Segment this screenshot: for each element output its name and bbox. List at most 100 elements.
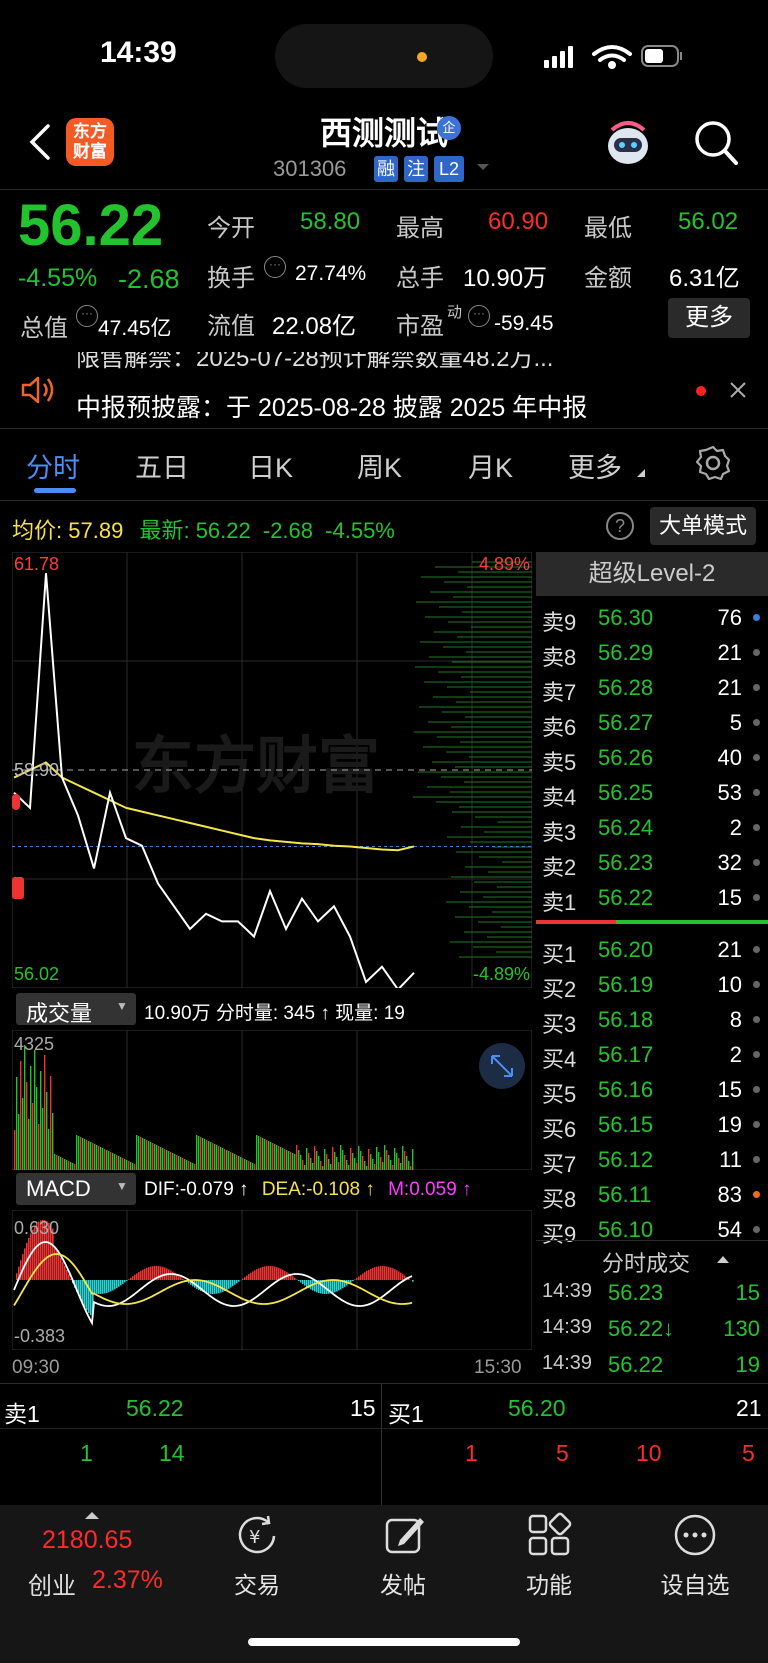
volume-bar [236, 1155, 238, 1170]
privacy-indicator-dot [417, 52, 427, 62]
volume-bar [262, 1138, 264, 1170]
ask-row[interactable]: 卖8 56.29 21 [542, 636, 768, 671]
tab-week-k[interactable]: 周K [357, 446, 402, 485]
volume-bar [120, 1157, 122, 1170]
bid-row[interactable]: 买7 56.12 11 [542, 1143, 768, 1178]
ask-marker-dot [753, 789, 760, 796]
bid-level-label: 买8 [542, 1187, 577, 1212]
ask-row[interactable]: 卖3 56.24 2 [542, 811, 768, 846]
tab-five-day[interactable]: 五日 [135, 446, 189, 485]
volume-bar [308, 1153, 310, 1170]
volume-bar [366, 1166, 368, 1170]
tab-intraday[interactable]: 分时 [26, 446, 80, 485]
index-change-pct[interactable]: 2.37% [92, 1566, 163, 1595]
info-icon[interactable]: ··· [264, 256, 286, 278]
volume-bar [146, 1140, 148, 1170]
macd-bar [114, 1280, 116, 1290]
macd-bar [402, 1274, 404, 1280]
volume-chart[interactable]: 4325 [12, 1030, 532, 1170]
volume-bar [142, 1138, 144, 1170]
chevron-down-icon[interactable] [475, 162, 491, 172]
volume-bar [178, 1156, 180, 1170]
macd-bar [116, 1280, 118, 1289]
volume-bar [156, 1145, 158, 1170]
ask-row[interactable]: 卖1 56.22 15 [542, 881, 768, 916]
index-value[interactable]: 2180.65 [42, 1526, 132, 1555]
tab-day-k[interactable]: 日K [248, 446, 293, 485]
bid-row[interactable]: 买8 56.11 83 [542, 1178, 768, 1213]
tab-more[interactable]: 更多 [568, 446, 622, 485]
dynamic-island [275, 24, 493, 88]
macd-bar [262, 1266, 264, 1280]
tab-month-k[interactable]: 月K [468, 446, 513, 485]
info-icon[interactable]: ··· [76, 305, 98, 327]
volume-bar [208, 1141, 210, 1170]
ask-level-label: 卖5 [542, 750, 577, 775]
tick-row: 14:39 56.22↓ 130 [542, 1316, 760, 1352]
more-dots-icon[interactable] [672, 1512, 718, 1558]
ask-volume: 76 [717, 605, 742, 630]
bid-row[interactable]: 买3 56.18 8 [542, 1003, 768, 1038]
chevron-up-icon[interactable] [84, 1510, 100, 1520]
ask-row[interactable]: 卖7 56.28 21 [542, 671, 768, 706]
search-icon[interactable] [692, 118, 740, 168]
volume-selector[interactable]: 成交量 ▼ [16, 993, 136, 1026]
macd-bar [152, 1266, 154, 1280]
last-change-pct: -4.55% [325, 518, 395, 543]
macd-selector[interactable]: MACD ▼ [16, 1173, 136, 1205]
settings-icon[interactable] [694, 444, 732, 482]
volume-bar [74, 1164, 76, 1170]
high-label: 最高 [396, 215, 444, 242]
bid-row[interactable]: 买2 56.19 10 [542, 968, 768, 1003]
volume-bar [250, 1162, 252, 1170]
nav-watchlist[interactable]: 设自选 [645, 1566, 745, 1600]
ask-row[interactable]: 卖4 56.25 53 [542, 776, 768, 811]
macd-info: DIF:-0.079 ↑ DEA:-0.108 ↑ M:0.059 ↑ [144, 1179, 472, 1201]
trade-icon[interactable]: ¥ [234, 1512, 280, 1558]
more-button[interactable]: 更多 [668, 298, 750, 338]
volume-bar [28, 1119, 30, 1170]
nav-trade[interactable]: 交易 [207, 1566, 307, 1600]
ask-row[interactable]: 卖6 56.27 5 [542, 706, 768, 741]
volume-bar [392, 1165, 394, 1170]
level2-header[interactable]: 超级Level-2 [536, 552, 768, 596]
intraday-price-chart[interactable]: 东方财富 61.78 58.90 56.02 4.89% -4.89% [12, 552, 532, 988]
functions-icon[interactable] [526, 1512, 572, 1558]
bid-row[interactable]: 买9 56.10 54 [542, 1213, 768, 1248]
ask-row[interactable]: 卖9 56.30 76 [542, 601, 768, 636]
bid-row[interactable]: 买1 56.20 21 [542, 933, 768, 968]
volume-bar [328, 1159, 330, 1170]
notice-bar[interactable]: 限售解禁：2025-07-28预计解禁数量48.2万... 中报预披露：于 20… [0, 352, 768, 428]
macd-bar [294, 1277, 296, 1280]
ask-row[interactable]: 卖2 56.23 32 [542, 846, 768, 881]
big-order-mode-button[interactable]: 大单模式 [650, 507, 756, 545]
ticks-title[interactable]: 分时成交 [602, 1246, 690, 1278]
macd-chart[interactable]: 0.630 -0.383 [12, 1210, 532, 1350]
robot-assistant-icon[interactable] [600, 116, 656, 172]
volume-bar [26, 1082, 28, 1170]
volume-bar [226, 1150, 228, 1170]
nav-functions[interactable]: 功能 [499, 1566, 599, 1600]
ask-marker-dot [753, 719, 760, 726]
bid-price: 56.18 [598, 1007, 654, 1032]
bid-row[interactable]: 买6 56.15 19 [542, 1108, 768, 1143]
volume-bar [114, 1154, 116, 1170]
post-icon[interactable] [382, 1512, 428, 1558]
volume-bar [402, 1146, 404, 1170]
ask-row[interactable]: 卖5 56.26 40 [542, 741, 768, 776]
info-icon[interactable]: ··· [468, 305, 490, 327]
bid-row[interactable]: 买4 56.17 2 [542, 1038, 768, 1073]
volume-bar [358, 1146, 360, 1170]
volume-bar [206, 1140, 208, 1170]
bid-order-2: 5 [556, 1440, 569, 1466]
nav-post[interactable]: 发帖 [353, 1566, 453, 1600]
bid-row[interactable]: 买5 56.16 15 [542, 1073, 768, 1108]
close-icon[interactable] [728, 380, 748, 400]
index-name[interactable]: 创业 [28, 1566, 76, 1601]
volume-bar [86, 1140, 88, 1170]
ask-bid-ratio-green [616, 920, 768, 924]
help-icon[interactable]: ? [606, 512, 634, 540]
volume-bar [38, 1124, 40, 1170]
volume-bar [172, 1153, 174, 1170]
chevron-up-icon[interactable] [716, 1254, 730, 1264]
